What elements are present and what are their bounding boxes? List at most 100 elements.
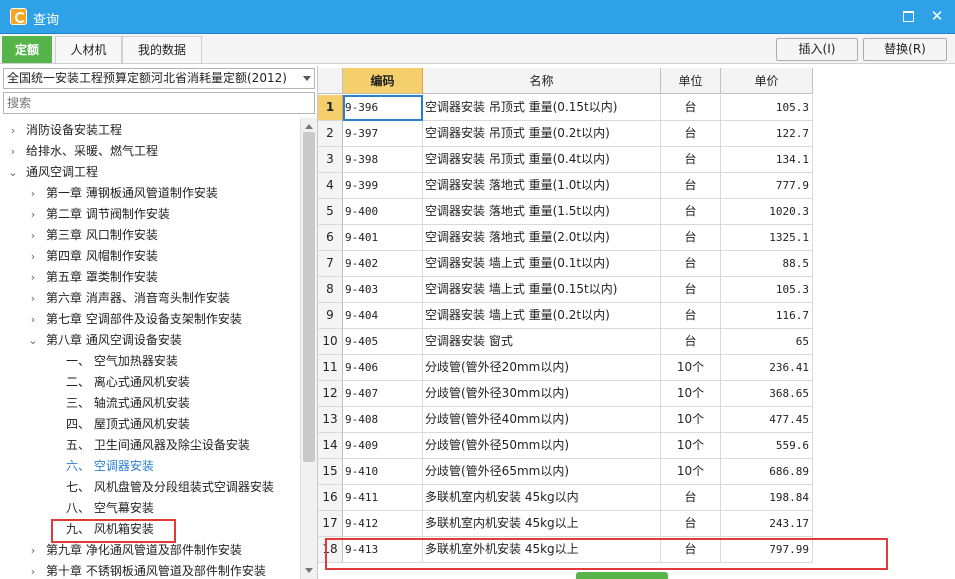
price-cell[interactable]: 105.3 <box>721 277 813 303</box>
price-cell[interactable]: 368.65 <box>721 381 813 407</box>
header-unit[interactable]: 单位 <box>661 68 721 94</box>
replace-button[interactable]: 替换(R) <box>863 38 947 61</box>
tree-item[interactable]: › 第一章 薄钢板通风管道制作安装 <box>26 183 218 204</box>
name-cell[interactable]: 分歧管(管外径20mm以内) <box>423 355 661 381</box>
table-row[interactable]: 3 9-398 空调器安装 吊顶式 重量(0.4t以内) 台 134.1 <box>318 147 813 173</box>
table-row[interactable]: 8 9-403 空调器安装 墙上式 重量(0.15t以内) 台 105.3 <box>318 277 813 303</box>
price-cell[interactable]: 243.17 <box>721 511 813 537</box>
code-cell[interactable]: 9-411 <box>343 485 423 511</box>
code-cell[interactable]: 9-400 <box>343 199 423 225</box>
name-cell[interactable]: 空调器安装 窗式 <box>423 329 661 355</box>
chevron-right-icon[interactable]: › <box>6 141 20 162</box>
name-cell[interactable]: 分歧管(管外径40mm以内) <box>423 407 661 433</box>
price-cell[interactable]: 1020.3 <box>721 199 813 225</box>
tree-item[interactable]: › 第三章 风口制作安装 <box>26 225 158 246</box>
chevron-right-icon[interactable]: › <box>26 246 40 267</box>
chevron-right-icon[interactable]: › <box>26 540 40 561</box>
chevron-down-icon[interactable]: ⌄ <box>26 330 40 351</box>
name-cell[interactable]: 空调器安装 墙上式 重量(0.1t以内) <box>423 251 661 277</box>
row-number[interactable]: 1 <box>318 95 343 121</box>
price-cell[interactable]: 686.89 <box>721 459 813 485</box>
row-number[interactable]: 15 <box>318 459 343 485</box>
code-cell[interactable]: 9-396 <box>343 95 423 121</box>
tree-item[interactable]: › 给排水、采暖、燃气工程 <box>6 141 158 162</box>
unit-cell[interactable]: 10个 <box>661 459 721 485</box>
scroll-down-icon[interactable] <box>305 568 313 573</box>
chevron-right-icon[interactable]: › <box>26 309 40 330</box>
table-row[interactable]: 15 9-410 分歧管(管外径65mm以内) 10个 686.89 <box>318 459 813 485</box>
chevron-right-icon[interactable]: › <box>6 120 20 141</box>
name-cell[interactable]: 空调器安装 吊顶式 重量(0.2t以内) <box>423 121 661 147</box>
tree-item[interactable]: 四、 屋顶式通风机安装 <box>46 414 190 435</box>
name-cell[interactable]: 空调器安装 墙上式 重量(0.2t以内) <box>423 303 661 329</box>
quota-library-select[interactable]: 全国统一安装工程预算定额河北省消耗量定额(2012) <box>3 68 315 89</box>
tree-item[interactable]: › 第四章 风帽制作安装 <box>26 246 158 267</box>
name-cell[interactable]: 空调器安装 落地式 重量(2.0t以内) <box>423 225 661 251</box>
scroll-up-icon[interactable] <box>305 124 313 129</box>
row-number[interactable]: 16 <box>318 485 343 511</box>
tree-item[interactable]: › 第六章 消声器、消音弯头制作安装 <box>26 288 230 309</box>
unit-cell[interactable]: 台 <box>661 277 721 303</box>
scroll-thumb[interactable] <box>303 132 315 462</box>
tree-item[interactable]: ⌄ 通风空调工程 <box>6 162 98 183</box>
table-row[interactable]: 12 9-407 分歧管(管外径30mm以内) 10个 368.65 <box>318 381 813 407</box>
table-row[interactable]: 2 9-397 空调器安装 吊顶式 重量(0.2t以内) 台 122.7 <box>318 121 813 147</box>
code-cell[interactable]: 9-399 <box>343 173 423 199</box>
code-cell[interactable]: 9-402 <box>343 251 423 277</box>
row-number[interactable]: 13 <box>318 407 343 433</box>
table-row[interactable]: 11 9-406 分歧管(管外径20mm以内) 10个 236.41 <box>318 355 813 381</box>
unit-cell[interactable]: 台 <box>661 199 721 225</box>
row-number[interactable]: 4 <box>318 173 343 199</box>
search-input[interactable] <box>3 92 315 114</box>
table-row[interactable]: 16 9-411 多联机室内机安装 45kg以内台 198.84 <box>318 485 813 511</box>
unit-cell[interactable]: 台 <box>661 173 721 199</box>
tree-item[interactable]: › 第十章 不锈钢板通风管道及部件制作安装 <box>26 561 266 579</box>
row-number[interactable]: 10 <box>318 329 343 355</box>
row-number[interactable]: 7 <box>318 251 343 277</box>
table-row[interactable]: 13 9-408 分歧管(管外径40mm以内) 10个 477.45 <box>318 407 813 433</box>
price-cell[interactable]: 65 <box>721 329 813 355</box>
tree-item[interactable]: › 第九章 净化通风管道及部件制作安装 <box>26 540 242 561</box>
row-number[interactable]: 17 <box>318 511 343 537</box>
insert-button[interactable]: 插入(I) <box>776 38 858 61</box>
tree-item[interactable]: › 第五章 罩类制作安装 <box>26 267 158 288</box>
name-cell[interactable]: 分歧管(管外径65mm以内) <box>423 459 661 485</box>
row-number[interactable]: 5 <box>318 199 343 225</box>
tree-item[interactable]: ⌄ 第八章 通风空调设备安装 <box>26 330 181 351</box>
chevron-down-icon[interactable]: ⌄ <box>6 162 20 183</box>
unit-cell[interactable]: 10个 <box>661 407 721 433</box>
code-cell[interactable]: 9-406 <box>343 355 423 381</box>
name-cell[interactable]: 多联机室内机安装 45kg以内 <box>423 485 661 511</box>
unit-cell[interactable]: 台 <box>661 303 721 329</box>
price-cell[interactable]: 116.7 <box>721 303 813 329</box>
price-cell[interactable]: 134.1 <box>721 147 813 173</box>
price-cell[interactable]: 105.3 <box>721 95 813 121</box>
panel-splitter-handle[interactable] <box>576 572 668 579</box>
name-cell[interactable]: 空调器安装 落地式 重量(1.5t以内) <box>423 199 661 225</box>
price-cell[interactable]: 198.84 <box>721 485 813 511</box>
table-row[interactable]: 6 9-401 空调器安装 落地式 重量(2.0t以内) 台 1325.1 <box>318 225 813 251</box>
tab-labor-material-machine[interactable]: 人材机 <box>55 36 122 63</box>
row-number[interactable]: 12 <box>318 381 343 407</box>
price-cell[interactable]: 88.5 <box>721 251 813 277</box>
name-cell[interactable]: 分歧管(管外径30mm以内) <box>423 381 661 407</box>
header-price[interactable]: 单价 <box>721 68 813 94</box>
chevron-right-icon[interactable]: › <box>26 204 40 225</box>
unit-cell[interactable]: 台 <box>661 95 721 121</box>
tree-item[interactable]: 三、 轴流式通风机安装 <box>46 393 190 414</box>
code-cell[interactable]: 9-397 <box>343 121 423 147</box>
tree-item[interactable]: 七、 风机盘管及分段组装式空调器安装 <box>46 477 274 498</box>
row-number[interactable]: 2 <box>318 121 343 147</box>
table-row[interactable]: 5 9-400 空调器安装 落地式 重量(1.5t以内) 台 1020.3 <box>318 199 813 225</box>
unit-cell[interactable]: 10个 <box>661 381 721 407</box>
chevron-right-icon[interactable]: › <box>26 183 40 204</box>
price-cell[interactable]: 559.6 <box>721 433 813 459</box>
table-row[interactable]: 10 9-405 空调器安装 窗式台 65 <box>318 329 813 355</box>
code-cell[interactable]: 9-398 <box>343 147 423 173</box>
tree-item[interactable]: 一、 空气加热器安装 <box>46 351 178 372</box>
header-code[interactable]: 编码 <box>343 68 423 94</box>
name-cell[interactable]: 分歧管(管外径50mm以内) <box>423 433 661 459</box>
table-row[interactable]: 7 9-402 空调器安装 墙上式 重量(0.1t以内) 台 88.5 <box>318 251 813 277</box>
unit-cell[interactable]: 台 <box>661 485 721 511</box>
chevron-right-icon[interactable]: › <box>26 225 40 246</box>
